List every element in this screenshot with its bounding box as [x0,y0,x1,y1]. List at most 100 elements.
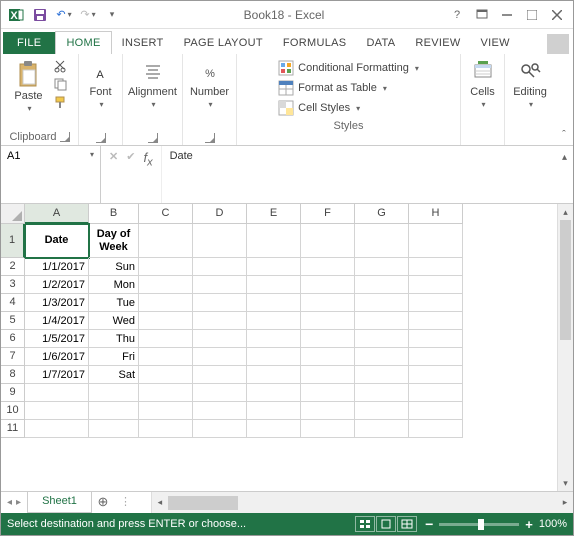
cell[interactable]: 1/6/2017 [25,348,89,366]
cell[interactable] [193,384,247,402]
cell[interactable] [301,294,355,312]
tab-insert[interactable]: INSERT [112,32,174,54]
zoom-out-button[interactable]: − [425,516,433,532]
cell[interactable] [409,294,463,312]
zoom-in-button[interactable]: + [525,517,533,532]
tab-data[interactable]: DATA [356,32,405,54]
excel-icon[interactable]: X [5,4,27,26]
cell[interactable] [89,402,139,420]
column-header-G[interactable]: G [355,204,409,224]
cell[interactable] [139,312,193,330]
cell[interactable] [247,224,301,258]
cell[interactable] [139,258,193,276]
cell[interactable] [247,348,301,366]
clipboard-launcher[interactable] [60,132,70,142]
column-header-F[interactable]: F [301,204,355,224]
page-layout-view-button[interactable] [376,516,396,532]
cell[interactable] [139,402,193,420]
cell[interactable] [301,312,355,330]
alignment-launcher[interactable] [148,133,158,143]
cell[interactable]: Tue [89,294,139,312]
cell[interactable] [355,312,409,330]
cell[interactable] [355,258,409,276]
cell[interactable] [139,366,193,384]
cancel-formula-icon[interactable]: ✕ [109,150,118,163]
row-header[interactable]: 9 [1,384,25,402]
cell[interactable] [139,294,193,312]
sheet-tab-sheet1[interactable]: Sheet1 [27,492,92,513]
cell[interactable] [409,276,463,294]
cell[interactable] [139,384,193,402]
cell-styles-button[interactable]: Cell Styles▾ [276,98,362,118]
cell[interactable]: 1/3/2017 [25,294,89,312]
cell[interactable] [355,402,409,420]
tab-formulas[interactable]: FORMULAS [273,32,357,54]
add-sheet-button[interactable]: ⊕ [92,492,114,513]
cell[interactable]: 1/2/2017 [25,276,89,294]
cell[interactable] [409,330,463,348]
tab-view[interactable]: VIEW [471,32,520,54]
namebox-dropdown-icon[interactable]: ▾ [90,150,94,159]
tab-home[interactable]: HOME [55,31,111,54]
hscroll-thumb[interactable] [168,496,238,510]
undo-icon[interactable]: ↶▾ [53,4,75,26]
cell[interactable]: Fri [89,348,139,366]
row-header[interactable]: 2 [1,258,25,276]
page-break-view-button[interactable] [397,516,417,532]
cells-group-button[interactable]: Cells▾ [466,58,498,111]
insert-function-icon[interactable]: fx [143,150,152,169]
cell[interactable] [355,224,409,258]
column-header-C[interactable]: C [139,204,193,224]
cell[interactable]: 1/5/2017 [25,330,89,348]
cell[interactable] [355,366,409,384]
cell[interactable] [409,420,463,438]
cell[interactable] [139,330,193,348]
cell[interactable] [409,348,463,366]
cell[interactable] [193,402,247,420]
column-header-B[interactable]: B [89,204,139,224]
conditional-formatting-button[interactable]: Conditional Formatting▾ [276,58,421,78]
maximize-button[interactable] [520,5,544,25]
cell[interactable] [193,348,247,366]
vertical-scrollbar[interactable]: ▴ ▾ [557,204,573,491]
cell[interactable] [247,294,301,312]
number-launcher[interactable] [205,133,215,143]
cell[interactable] [355,348,409,366]
cell[interactable]: Sun [89,258,139,276]
cell[interactable] [193,312,247,330]
scroll-right-icon[interactable]: ▸ [557,497,573,508]
cell[interactable]: Sat [89,366,139,384]
alignment-group-button[interactable]: Alignment▾ [124,58,181,111]
cell[interactable] [193,330,247,348]
cell[interactable] [193,420,247,438]
cell[interactable] [89,420,139,438]
format-as-table-button[interactable]: Format as Table▾ [276,78,389,98]
cell[interactable] [193,224,247,258]
cell[interactable] [301,276,355,294]
ribbon-options-icon[interactable] [470,5,494,25]
cell[interactable] [139,348,193,366]
cell[interactable] [89,384,139,402]
cell[interactable] [409,366,463,384]
scroll-down-icon[interactable]: ▾ [558,475,573,491]
cell[interactable] [193,258,247,276]
cell[interactable]: Day of Week [89,224,139,258]
save-icon[interactable] [29,4,51,26]
cell[interactable] [247,384,301,402]
cell[interactable] [409,258,463,276]
cell[interactable] [247,330,301,348]
row-header[interactable]: 7 [1,348,25,366]
cell[interactable] [247,402,301,420]
cell[interactable] [355,330,409,348]
tab-file[interactable]: FILE [3,32,55,54]
cell[interactable] [247,312,301,330]
cell[interactable] [301,402,355,420]
cell[interactable] [301,258,355,276]
cell[interactable]: Wed [89,312,139,330]
row-header[interactable]: 6 [1,330,25,348]
help-icon[interactable]: ? [445,5,469,25]
row-header[interactable]: 5 [1,312,25,330]
cut-icon[interactable] [51,58,69,74]
normal-view-button[interactable] [355,516,375,532]
cell[interactable] [409,312,463,330]
